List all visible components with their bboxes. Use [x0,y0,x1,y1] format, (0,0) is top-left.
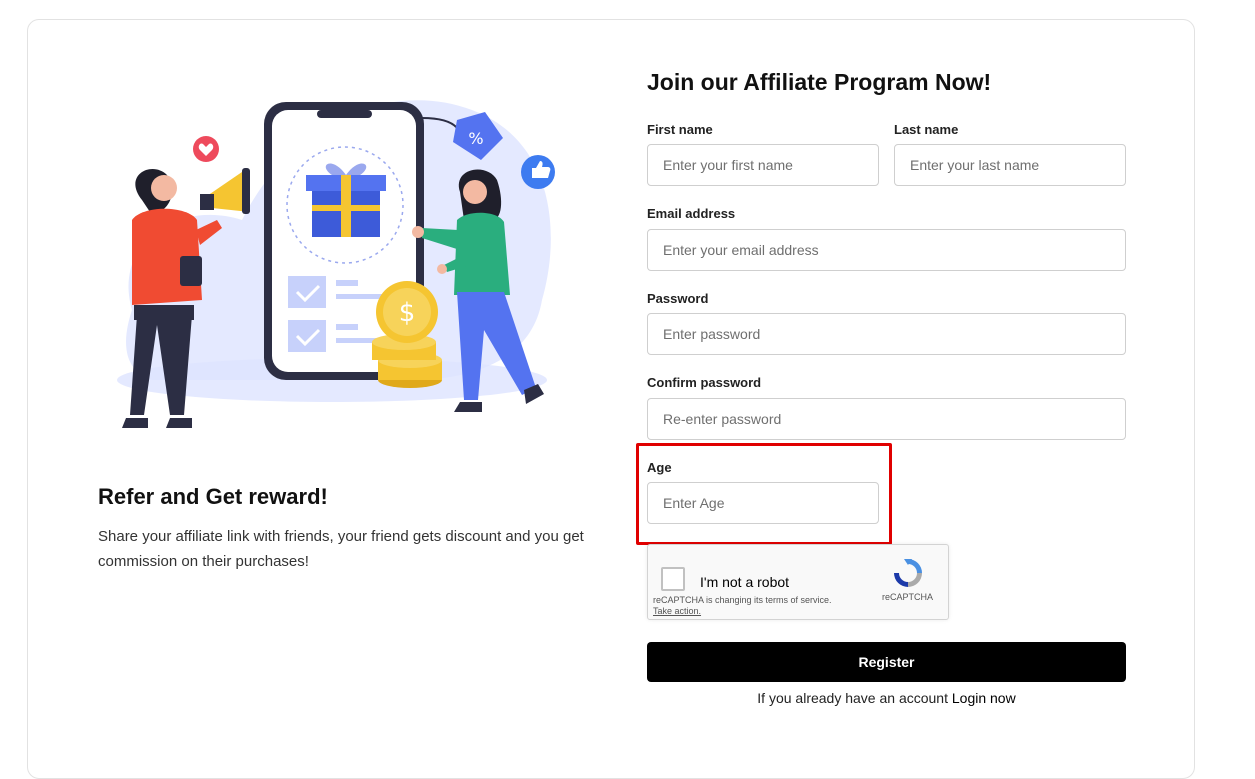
first-name-label: First name [647,122,713,137]
form-title: Join our Affiliate Program Now! [647,69,992,95]
last-name-label: Last name [894,122,959,137]
svg-text:%: % [468,129,483,148]
recaptcha-notice: reCAPTCHA is changing its terms of servi… [653,595,832,617]
password-input[interactable] [647,313,1126,355]
confirm-password-label: Confirm password [647,375,762,390]
recaptcha-label: I'm not a robot [700,574,790,590]
recaptcha-notice-text: reCAPTCHA is changing its terms of servi… [653,595,832,605]
age-label: Age [647,460,672,475]
recaptcha-checkbox[interactable] [661,567,685,591]
affiliate-illustration: $ % [117,100,555,428]
promo-description: Share your affiliate link with friends, … [98,528,584,570]
svg-text:$: $ [399,298,416,328]
first-name-input[interactable] [647,144,879,186]
recaptcha-brand: reCAPTCHA [882,592,934,602]
email-input[interactable] [647,229,1126,271]
register-button[interactable]: Register [647,642,1126,682]
thumbs-up-icon [521,155,555,189]
login-prompt-text: If you already have an account [757,690,948,706]
age-input[interactable] [647,482,879,524]
heart-icon [193,136,219,162]
confirm-password-input[interactable] [647,398,1126,440]
password-label: Password [647,291,709,306]
login-now-link[interactable]: Login now [952,690,1016,706]
promo-title: Refer and Get reward! [98,484,328,509]
recaptcha-widget: I'm not a robot reCAPTCHA is changing it… [647,544,949,620]
megaphone-icon [200,168,250,214]
login-prompt: If you already have an account Login now [647,690,1126,706]
last-name-input[interactable] [894,144,1126,186]
recaptcha-take-action-link[interactable]: Take action. [653,606,701,616]
recaptcha-logo-icon [894,559,922,587]
email-label: Email address [647,206,736,221]
